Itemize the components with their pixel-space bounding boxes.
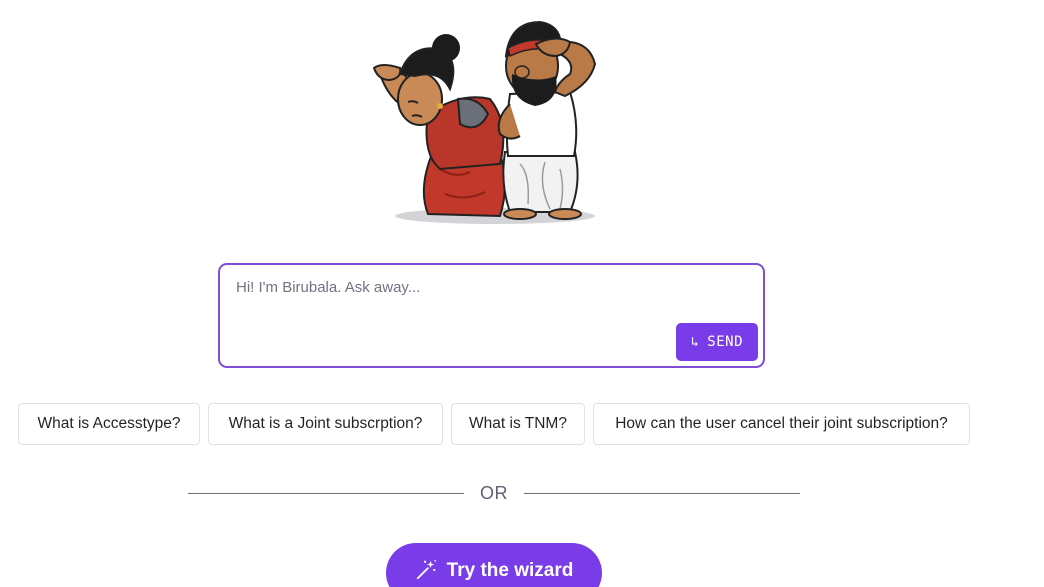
send-button-label: SEND: [707, 334, 744, 350]
mascot-couple-illustration: [372, 20, 597, 224]
magic-wand-icon: [416, 560, 436, 580]
suggestion-chip[interactable]: What is a Joint subscrption?: [208, 403, 443, 445]
suggestion-chip[interactable]: What is Accesstype?: [18, 403, 200, 445]
suggestion-chip[interactable]: How can the user cancel their joint subs…: [593, 403, 970, 445]
suggestion-label: What is a Joint subscrption?: [228, 415, 423, 432]
suggestion-label: How can the user cancel their joint subs…: [615, 415, 948, 432]
divider-line-left: [188, 493, 464, 494]
suggestion-label: What is Accesstype?: [37, 415, 181, 432]
or-divider-label: OR: [480, 483, 508, 503]
enter-arrow-icon: ↳: [690, 334, 700, 350]
suggestion-chip[interactable]: What is TNM?: [451, 403, 585, 445]
send-button[interactable]: ↳ SEND: [676, 323, 758, 361]
chat-input-box: ↳ SEND: [218, 263, 765, 368]
try-wizard-label: Try the wizard: [446, 560, 574, 581]
chat-input[interactable]: [236, 279, 736, 319]
suggestion-label: What is TNM?: [469, 415, 567, 432]
chat-landing-page: ↳ SEND What is Accesstype? What is a Joi…: [0, 0, 1044, 587]
woman-figure: [372, 34, 506, 218]
divider-line-right: [524, 493, 800, 494]
man-figure: [497, 20, 597, 220]
try-wizard-button[interactable]: Try the wizard: [386, 543, 602, 587]
